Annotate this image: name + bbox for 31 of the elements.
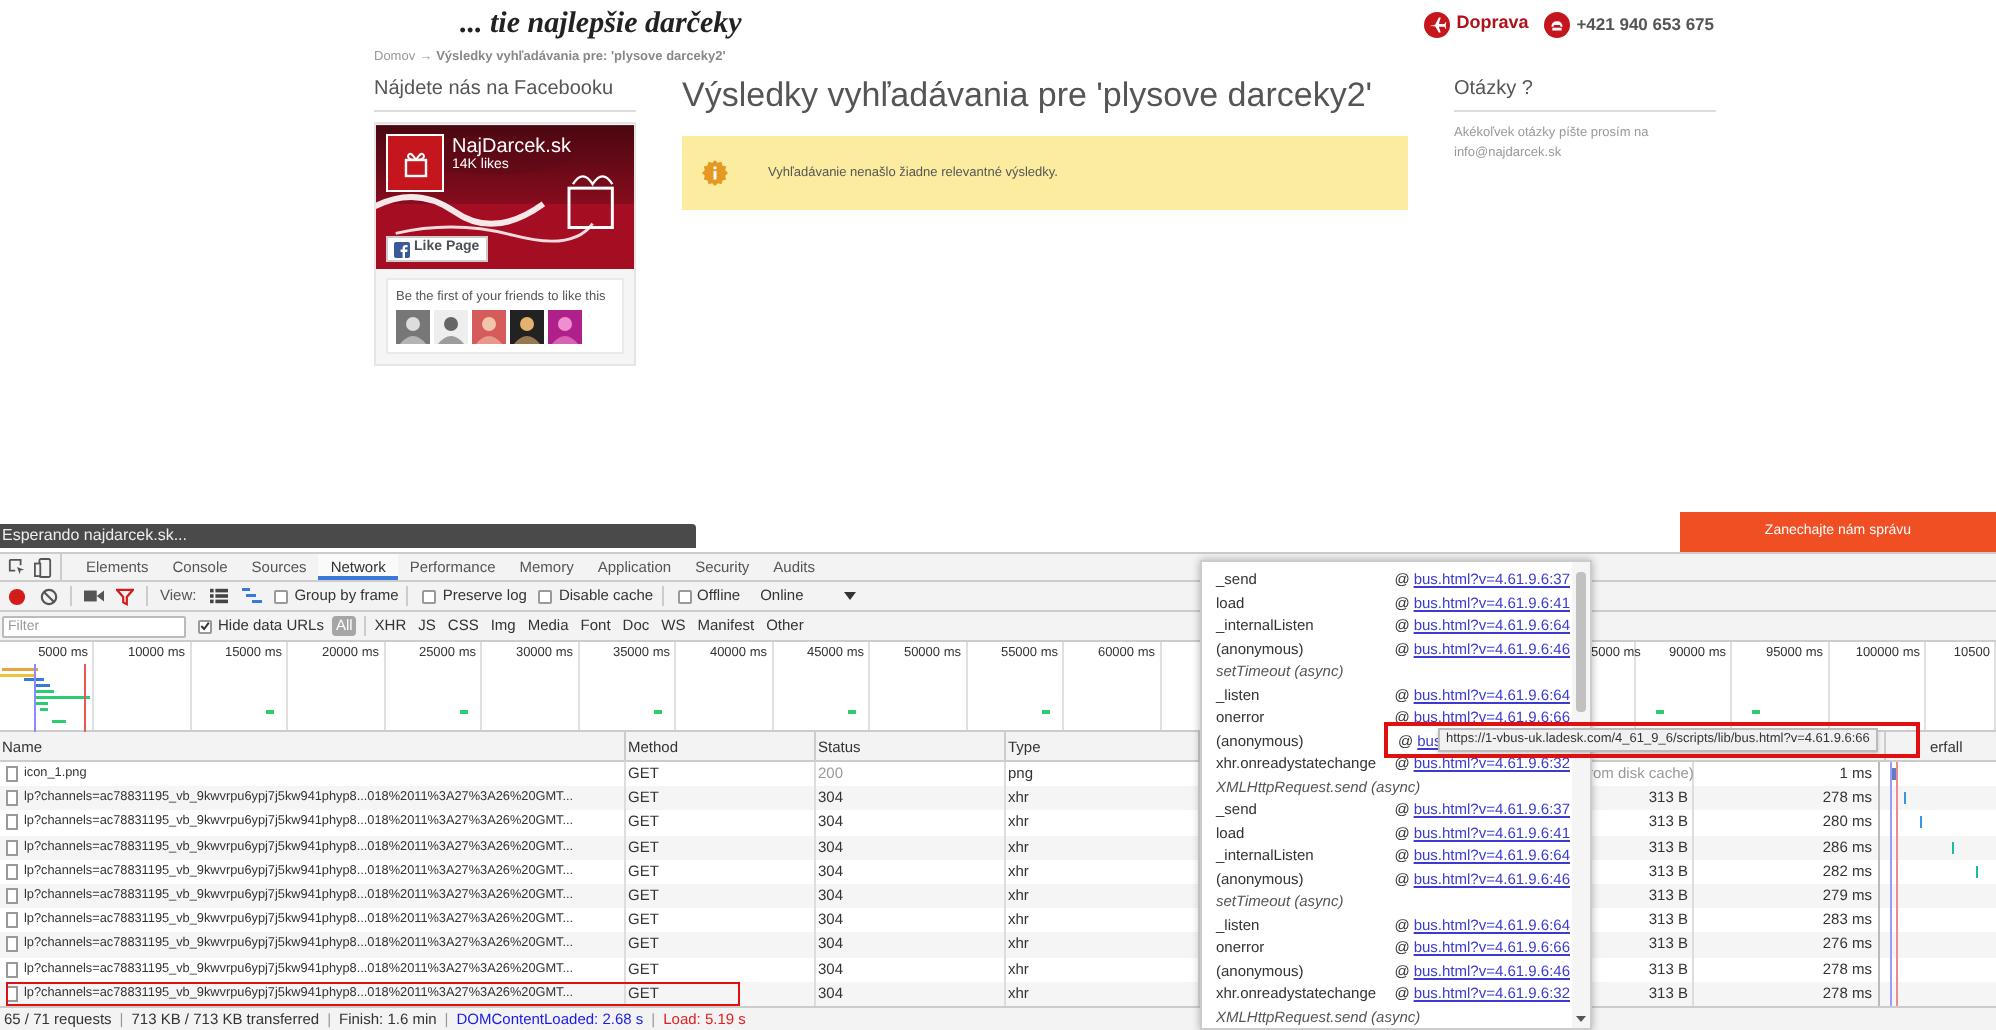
gift-icon [399, 147, 431, 179]
phone-icon [1544, 11, 1571, 37]
page-title: Výsledky vyhľadávania pre 'plysove darceky2' [682, 76, 1375, 116]
loading-status: Esperando najdarcek.sk... [0, 524, 696, 548]
page-name[interactable]: NajDarcek.sk [452, 136, 571, 158]
checkbox[interactable] [422, 589, 437, 603]
section-heading: Otázky ? [1454, 76, 1716, 112]
scroll-down-icon[interactable] [1576, 1016, 1586, 1022]
phone-number: +421 940 653 675 [1576, 11, 1714, 37]
camera-icon[interactable] [84, 588, 104, 604]
list-view-icon[interactable] [210, 588, 229, 604]
caret-icon [843, 592, 856, 600]
checkbox[interactable] [274, 589, 289, 603]
waterfall-view-icon[interactable] [242, 588, 263, 604]
checkbox[interactable] [677, 589, 692, 603]
checkbox[interactable] [198, 619, 212, 633]
checkmark-icon [200, 620, 210, 632]
scrollbar-thumb[interactable] [1576, 572, 1586, 712]
device-icon[interactable] [34, 557, 52, 577]
site-tagline: ... tie najlepšie darčeky [460, 9, 742, 39]
checkbox[interactable] [538, 589, 553, 603]
delivery-link[interactable]: Doprava [1456, 10, 1529, 38]
timeline-overview-drawing [0, 664, 92, 732]
record-icon[interactable] [8, 587, 26, 605]
airplane-icon [1424, 11, 1451, 37]
section-heading: Nájdete nás na Facebooku [374, 76, 636, 112]
inspect-icon[interactable] [8, 558, 26, 576]
clear-icon[interactable] [40, 587, 58, 605]
info-icon [702, 160, 728, 186]
facebook-icon [394, 241, 410, 257]
filter-icon[interactable] [116, 587, 134, 605]
